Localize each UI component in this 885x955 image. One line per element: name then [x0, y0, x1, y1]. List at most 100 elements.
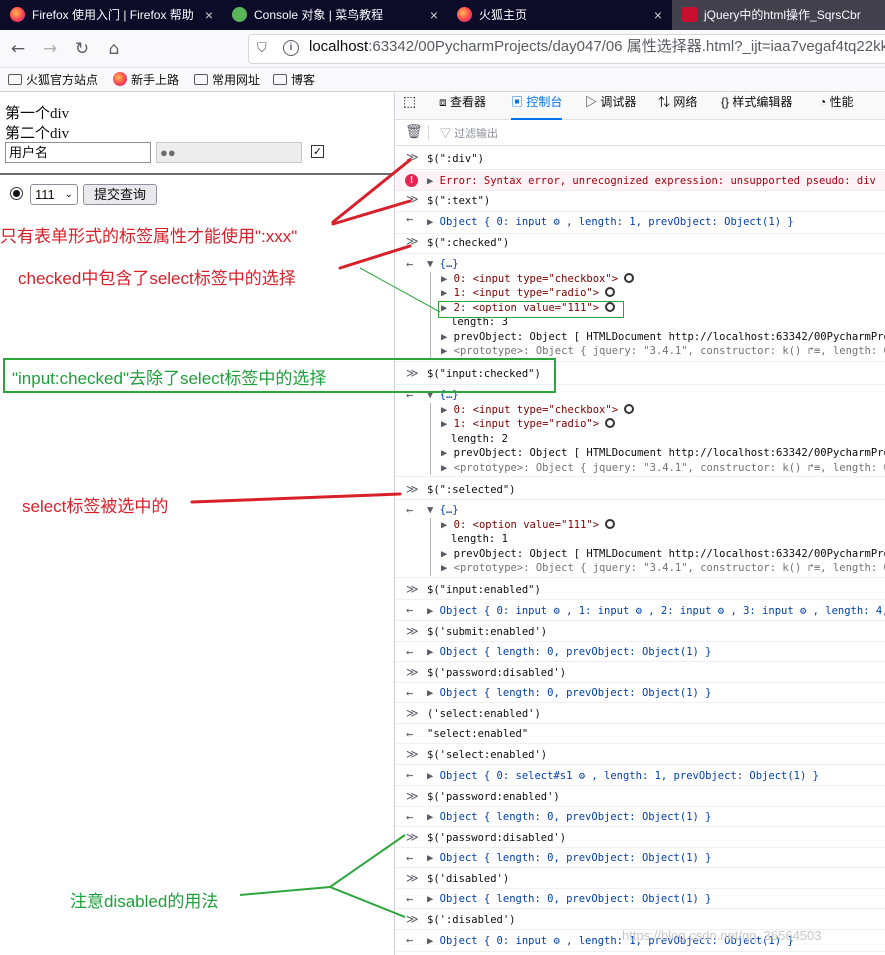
reload-button[interactable]: ↻ — [69, 36, 95, 62]
object-head[interactable]: ▼ {…} — [427, 257, 885, 272]
prompt-icon: ≫ — [406, 747, 419, 761]
bookmark-common-sites[interactable]: 常用网址 — [194, 71, 260, 89]
console-text: ▶ Object { 0: select#s1 ⚙ , length: 1, p… — [427, 770, 819, 782]
object-proto[interactable]: ▶ <prototype>: Object { jquery: "3.4.1",… — [441, 561, 885, 576]
tab-network[interactable]: ⇅ 网络 — [658, 93, 697, 120]
submit-button[interactable]: 提交查询 — [83, 184, 157, 205]
gear-icon[interactable] — [605, 287, 616, 297]
expand-triangle-icon: ▶ — [441, 518, 454, 531]
console-text: ('select:enabled') — [427, 708, 541, 720]
object-item[interactable]: ▶ 0: <input type="checkbox"> — [441, 403, 885, 418]
expand-triangle-icon[interactable]: ▶ — [427, 811, 440, 823]
console-input-row: ≫ $('disabled') — [395, 868, 885, 889]
expand-triangle-icon[interactable]: ▶ — [427, 770, 440, 782]
gear-icon[interactable] — [605, 418, 616, 428]
select-s1[interactable]: 111 ⌄ — [30, 184, 78, 205]
bookmark-blog[interactable]: 博客 — [273, 71, 315, 89]
url-bar[interactable]: ⛉ i localhost:63342/00PycharmProjects/da… — [248, 34, 885, 64]
forward-button[interactable]: → — [37, 36, 63, 62]
back-button[interactable]: ← — [5, 36, 31, 62]
object-proto[interactable]: ▶ <prototype>: Object { jquery: "3.4.1",… — [441, 461, 885, 476]
object-item[interactable]: ▶ 0: <option value="111"> — [441, 518, 885, 533]
close-icon[interactable]: × — [430, 0, 438, 30]
tab-console[interactable]: Console 对象 | 菜鸟教程 × — [222, 0, 446, 30]
tab-debugger[interactable]: ▷ 调试器 — [585, 93, 636, 120]
prev-text: prevObject: Object [ HTMLDocument http:/… — [453, 547, 885, 560]
password-input: ●● — [156, 142, 302, 163]
expand-triangle-icon[interactable]: ▶ — [427, 852, 440, 864]
prev-text: prevObject: Object [ HTMLDocument http:/… — [453, 447, 885, 459]
console-input-row: ≫ $('password:disabled') — [395, 827, 885, 848]
info-icon[interactable]: i — [283, 40, 299, 56]
console-text: "select:enabled" — [427, 728, 529, 740]
checkbox[interactable]: ✓ — [311, 145, 324, 158]
expand-triangle-icon[interactable]: ▶ — [427, 935, 440, 947]
csdn-icon — [682, 7, 697, 22]
close-icon[interactable]: × — [205, 0, 213, 30]
object-length: length: 1 — [451, 533, 508, 545]
devtools-toolbar: ⬚ ⧈ 查看器 ▣ 控制台 ▷ 调试器 ⇅ 网络 {} 样式编辑器 ◔ 性能 — [395, 93, 885, 120]
console-text: $(":div") — [427, 153, 484, 165]
object-item[interactable]: ▶ 0: <input type="checkbox"> — [441, 272, 885, 287]
radio-button[interactable] — [10, 187, 23, 200]
bookmark-getting-started[interactable]: 新手上路 — [113, 71, 179, 89]
pick-element-icon[interactable]: ⬚ — [403, 93, 416, 120]
tab-jquery[interactable]: jQuery中的html操作_SqrsCbr — [672, 0, 885, 30]
console-error-row: ! ▶ Error: Syntax error, unrecognized exp… — [395, 171, 885, 191]
home-button[interactable]: ⌂ — [101, 36, 127, 62]
gear-icon[interactable] — [624, 272, 635, 283]
output-arrow-icon: ← — [406, 645, 414, 659]
object-prev[interactable]: ▶ prevObject: Object [ HTMLDocument http… — [441, 330, 885, 345]
gear-icon[interactable] — [624, 403, 635, 414]
debugger-icon: ▷ — [585, 95, 601, 109]
username-input[interactable]: 用户名 — [5, 142, 151, 163]
url-text[interactable]: localhost:63342/00PycharmProjects/day047… — [309, 35, 885, 56]
console-text: $('disabled') — [427, 873, 510, 885]
expand-triangle-icon[interactable]: ▶ — [427, 175, 440, 187]
bookmark-firefox-site[interactable]: 火狐官方站点 — [8, 71, 98, 89]
tab-label: 火狐主页 — [479, 8, 528, 22]
tab-label: Firefox 使用入门 | Firefox 帮助 — [32, 8, 194, 22]
shield-icon[interactable]: ⛉ — [257, 41, 267, 56]
console-output-row: ← ▶ Object { 0: input ⚙ , length: 1, prev… — [395, 212, 885, 234]
console-output-expanded: ← ▼ {…} ▶ 0: <input type="checkbox"> ▶ 1… — [395, 254, 885, 362]
proto-text: <prototype>: Object { jquery: "3.4.1", c… — [453, 461, 885, 474]
console-input-row: ≫ $(":selected") — [395, 479, 885, 500]
annotation-input-checked: "input:checked"去除了select标签中的选择 — [12, 369, 327, 388]
object-head[interactable]: ▼ {…} — [427, 503, 885, 518]
filter-input[interactable]: ▽ 过滤输出 — [440, 125, 498, 141]
console-text: $('password:disabled') — [427, 832, 567, 844]
expand-triangle-icon[interactable]: ▶ — [427, 216, 440, 228]
console-text: ▶ Object { length: 0, prevObject: Object… — [427, 893, 711, 905]
console-text: ▶ Object { length: 0, prevObject: Object… — [427, 646, 711, 658]
tab-style-editor[interactable]: {} 样式编辑器 — [721, 93, 792, 120]
expand-triangle-icon: ▶ — [441, 461, 454, 474]
object-item[interactable]: ▶ 1: <input type="radio"> — [441, 417, 885, 432]
console-text: ▶ Object { length: 0, prevObject: Object… — [427, 811, 711, 823]
object-proto[interactable]: ▶ <prototype>: Object { jquery: "3.4.1",… — [441, 344, 885, 359]
tab-inspector[interactable]: ⧈ 查看器 — [439, 93, 486, 120]
trash-icon[interactable]: 🗑 — [405, 124, 423, 140]
annotation-checked: checked中包含了select标签中的选择 — [18, 269, 296, 288]
annotation-disabled: 注意disabled的用法 — [70, 892, 219, 911]
expand-triangle-icon[interactable]: ▶ — [427, 605, 440, 617]
expand-triangle-icon[interactable]: ▶ — [427, 687, 440, 699]
inspector-icon: ⧈ — [439, 95, 450, 109]
tab-performance[interactable]: ◔ 性能 — [819, 93, 854, 120]
object-prev[interactable]: ▶ prevObject: Object [ HTMLDocument http… — [441, 446, 885, 461]
expand-triangle-icon[interactable]: ▶ — [427, 646, 440, 658]
object-item[interactable]: ▶ 1: <input type="radio"> — [441, 286, 885, 301]
tab-firefox-help[interactable]: Firefox 使用入门 | Firefox 帮助 × — [0, 0, 221, 30]
object-prev[interactable]: ▶ prevObject: Object [ HTMLDocument http… — [441, 547, 885, 562]
gear-icon[interactable] — [605, 518, 616, 529]
prompt-icon: ≫ — [406, 482, 419, 496]
console-input-row: ≫ $("input:enabled") — [395, 579, 885, 600]
collapse-triangle-icon: ▼ — [427, 504, 440, 516]
expand-triangle-icon[interactable]: ▶ — [427, 893, 440, 905]
prev-text: prevObject: Object [ HTMLDocument http:/… — [453, 330, 885, 343]
expand-triangle-icon: ▶ — [441, 447, 454, 459]
tab-console[interactable]: ▣ 控制台 — [511, 93, 563, 120]
prompt-icon: ≫ — [406, 192, 419, 206]
tab-firefox-home[interactable]: 火狐主页 × — [447, 0, 670, 30]
close-icon[interactable]: × — [654, 0, 662, 30]
